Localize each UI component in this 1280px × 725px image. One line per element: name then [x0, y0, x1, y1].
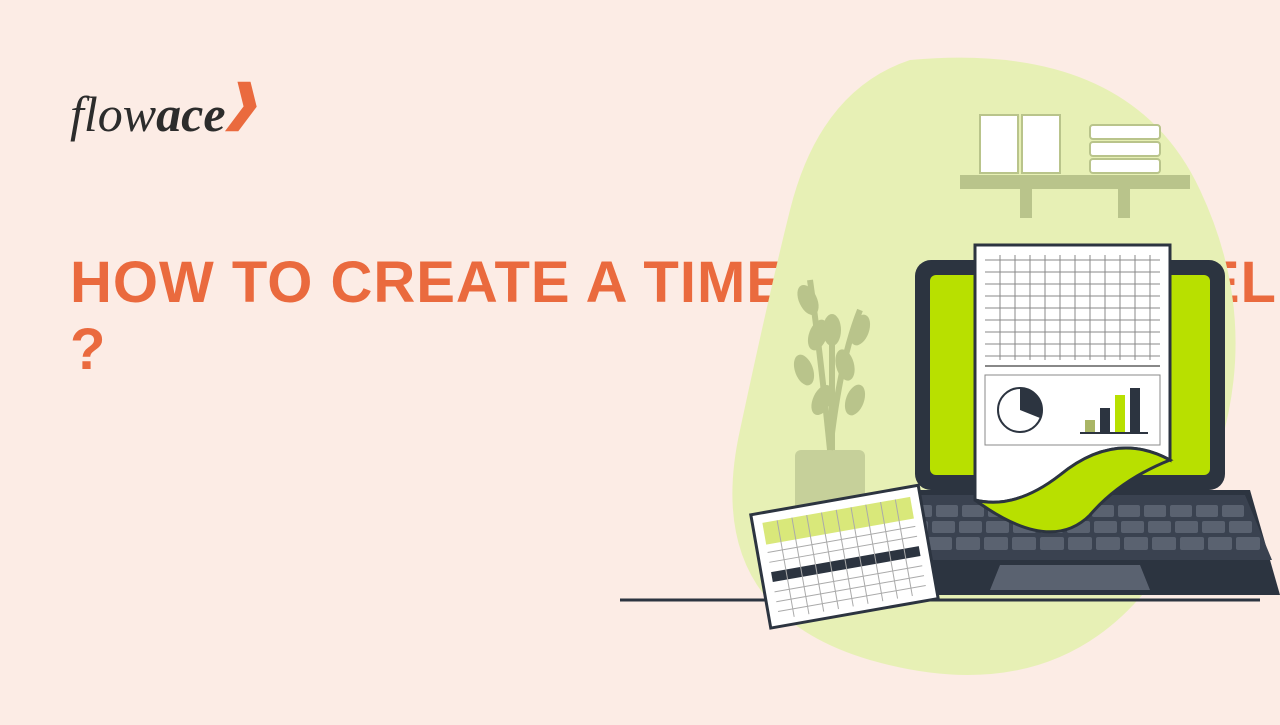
logo-text-ace: ace: [156, 86, 225, 142]
laptop-spreadsheet-illustration: [560, 0, 1280, 720]
logo-text-flow: flow: [70, 86, 156, 142]
logo-swoosh-icon: ❱: [221, 75, 261, 131]
brand-logo: flowace❱: [70, 85, 266, 143]
